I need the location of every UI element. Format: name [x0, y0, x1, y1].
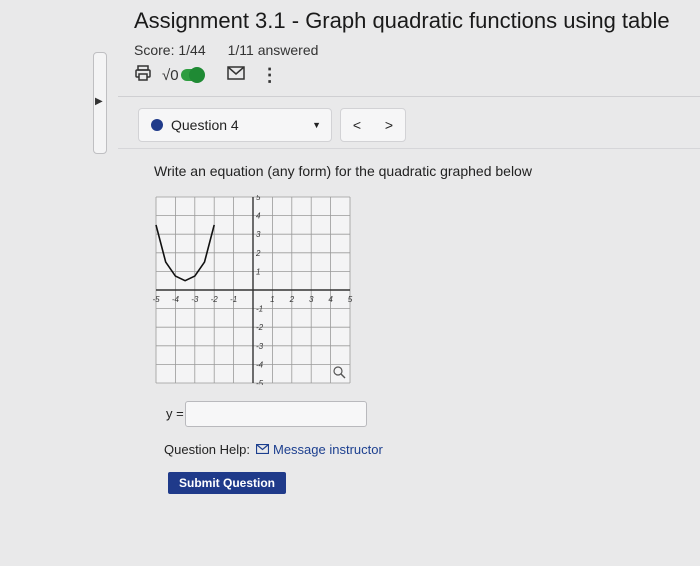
- message-instructor-label: Message instructor: [273, 442, 383, 457]
- y-tick-label: 1: [256, 267, 260, 276]
- x-tick-label: 5: [348, 295, 353, 304]
- question-nav: < >: [340, 108, 406, 142]
- math-toggle[interactable]: [180, 67, 205, 83]
- answer-label: y =: [166, 406, 184, 421]
- x-tick-label: 3: [309, 295, 314, 304]
- score-bar: Score: 1/44 1/11 answered: [134, 42, 318, 58]
- prev-question-button[interactable]: <: [341, 117, 373, 133]
- y-tick-label: -1: [256, 305, 263, 314]
- divider: [118, 96, 700, 97]
- x-tick-label: -1: [230, 295, 237, 304]
- more-options-icon[interactable]: ⋮: [261, 65, 279, 86]
- x-tick-label: 4: [328, 295, 333, 304]
- x-tick-label: 1: [270, 295, 274, 304]
- page-title: Assignment 3.1 - Graph quadratic functio…: [134, 8, 670, 33]
- question-help: Question Help: Message instructor: [164, 442, 383, 457]
- graph-svg: -5 -4 -3 -2 -1 1 2 3 4 5 5 4 3 2 1 -1 -2 -3 -4 -5: [152, 193, 353, 388]
- chevron-down-icon: ▼: [312, 120, 321, 130]
- envelope-icon: [255, 442, 270, 457]
- y-tick-label: 3: [256, 230, 261, 239]
- answered-text: 1/11 answered: [227, 42, 319, 58]
- y-tick-label: -5: [256, 379, 264, 385]
- submit-question-button[interactable]: Submit Question: [168, 472, 286, 494]
- question-prompt: Write an equation (any form) for the qua…: [154, 163, 532, 179]
- x-tick-label: -4: [172, 295, 180, 304]
- y-tick-label: 2: [255, 249, 261, 258]
- x-tick-label: 2: [289, 295, 295, 304]
- graph: -5 -4 -3 -2 -1 1 2 3 4 5 5 4 3 2 1 -1 -2 -3 -4 -5: [152, 193, 353, 390]
- message-instructor-link[interactable]: Message instructor: [255, 442, 383, 457]
- score-text: Score: 1/44: [134, 42, 206, 58]
- help-label: Question Help:: [164, 442, 250, 457]
- y-tick-label: -2: [256, 323, 264, 332]
- toolbar: √0 ⋮: [134, 64, 279, 86]
- x-tick-label: -2: [211, 295, 219, 304]
- x-tick-label: -5: [153, 295, 160, 304]
- printer-icon[interactable]: [134, 64, 152, 87]
- y-tick-label: 4: [256, 212, 261, 221]
- expand-arrow-icon[interactable]: ▶: [95, 96, 103, 107]
- math-keyboard-icon[interactable]: √0: [162, 67, 179, 84]
- answer-input[interactable]: [185, 401, 367, 427]
- question-selector[interactable]: Question 4 ▼: [138, 108, 332, 142]
- y-tick-label: 5: [256, 195, 261, 202]
- y-tick-label: -3: [256, 342, 264, 351]
- y-tick-label: -4: [256, 360, 264, 369]
- question-selector-label: Question 4: [171, 117, 239, 133]
- question-status-dot: [151, 119, 163, 131]
- x-tick-label: -3: [191, 295, 199, 304]
- next-question-button[interactable]: >: [373, 117, 405, 133]
- divider: [118, 148, 700, 149]
- envelope-icon[interactable]: [226, 65, 245, 85]
